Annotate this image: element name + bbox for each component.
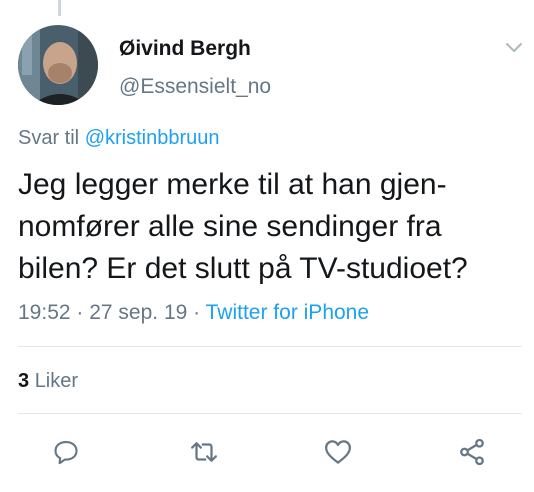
reply-context: Svar til @kristinbbruun bbox=[18, 127, 220, 150]
reply-button[interactable] bbox=[51, 437, 81, 467]
divider bbox=[18, 346, 522, 347]
chevron-down-icon[interactable] bbox=[504, 40, 524, 56]
meta-separator: · bbox=[70, 301, 90, 324]
likes-count: 3 bbox=[18, 370, 30, 392]
like-button[interactable] bbox=[323, 437, 353, 467]
tweet-date: 27 sep. 19 bbox=[89, 301, 188, 324]
user-handle[interactable]: @Essensielt_no bbox=[119, 75, 271, 99]
share-icon bbox=[460, 438, 484, 466]
reply-mention-link[interactable]: @kristinbbruun bbox=[85, 127, 220, 149]
reply-prefix: Svar til bbox=[18, 127, 80, 149]
likes-summary[interactable]: 3 Liker bbox=[18, 370, 78, 393]
tweet-time: 19:52 bbox=[18, 301, 71, 324]
tweet-source-link[interactable]: Twitter for iPhone bbox=[206, 301, 369, 324]
tweet-text: Jeg legger merke til at han gjen-nomføre… bbox=[18, 168, 468, 285]
meta-separator: · bbox=[187, 301, 206, 324]
reply-icon bbox=[54, 441, 78, 465]
thread-connector-line bbox=[58, 0, 61, 16]
avatar[interactable] bbox=[18, 25, 98, 105]
display-name[interactable]: Øivind Bergh bbox=[119, 37, 251, 61]
tweet-meta: 19:52 · 27 sep. 19 · Twitter for iPhone bbox=[18, 301, 369, 325]
like-icon bbox=[325, 440, 351, 464]
retweet-button[interactable] bbox=[189, 437, 219, 467]
divider bbox=[18, 413, 522, 414]
likes-label: Liker bbox=[34, 370, 79, 392]
share-button[interactable] bbox=[457, 437, 487, 467]
retweet-icon bbox=[191, 442, 217, 462]
